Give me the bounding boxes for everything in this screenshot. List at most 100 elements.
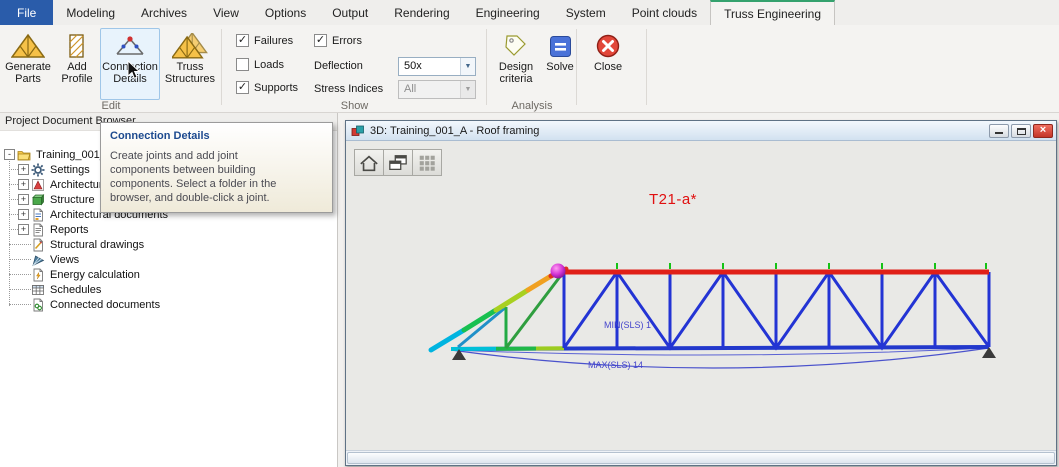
gear-icon xyxy=(31,163,45,177)
loads-checkbox[interactable]: Loads xyxy=(236,58,284,71)
ribbon-group-show: ✓ Failures Loads ✓ Supports ✓ Errors Def… xyxy=(222,25,487,113)
architectural-document-icon xyxy=(31,208,45,222)
schedule-icon xyxy=(31,283,45,297)
structure-icon xyxy=(31,193,45,207)
menu-tab-point-clouds[interactable]: Point clouds xyxy=(619,0,710,25)
truss-label: T21-a* xyxy=(613,191,733,208)
check-icon: ✓ xyxy=(238,34,247,46)
truss-3d-model[interactable]: T21-a* MIN(SLS) 1 MAX(SLS) 14 xyxy=(346,141,1056,450)
check-icon: ✓ xyxy=(316,34,325,46)
mouse-cursor-icon xyxy=(127,60,141,80)
maximize-button[interactable] xyxy=(1011,124,1031,138)
views-icon xyxy=(31,253,45,267)
checkbox-box xyxy=(236,58,249,71)
expand-expander[interactable]: + xyxy=(18,224,29,235)
ribbon-truss-engineering: Generate Parts Add Profile xyxy=(0,25,1059,113)
maximize-icon xyxy=(1017,128,1026,135)
expand-expander[interactable]: + xyxy=(18,194,29,205)
stress-indices-dropdown[interactable]: All ▼ xyxy=(398,80,476,99)
tooltip-body: Create joints and add joint components b… xyxy=(110,149,296,205)
close-tab-button[interactable]: Close xyxy=(584,28,632,100)
chevron-down-icon: ▼ xyxy=(460,81,475,98)
sidebar-item-views[interactable]: Views xyxy=(0,252,337,267)
minimize-button[interactable] xyxy=(989,124,1009,138)
menu-tab-truss-engineering[interactable]: Truss Engineering xyxy=(710,0,835,25)
sidebar-item-schedules[interactable]: Schedules xyxy=(0,282,337,297)
menu-tab-file[interactable]: File xyxy=(0,0,53,25)
analysis-group-label: Analysis xyxy=(487,100,577,112)
connected-document-icon xyxy=(31,298,45,312)
viewport-window: 3D: Training_001_A - Roof framing × xyxy=(345,120,1057,466)
design-criteria-tag-icon xyxy=(503,31,529,61)
energy-icon xyxy=(31,268,45,282)
sidebar-item-connected-documents[interactable]: Connected documents xyxy=(0,297,337,312)
bottom-chord xyxy=(451,347,989,349)
check-icon: ✓ xyxy=(238,81,247,93)
edit-group-label: Edit xyxy=(0,100,222,112)
left-web-members xyxy=(458,274,562,348)
deflection-curves xyxy=(451,348,989,368)
menu-tab-archives[interactable]: Archives xyxy=(128,0,200,25)
grid-view-button[interactable] xyxy=(412,149,442,176)
tooltip-title: Connection Details xyxy=(110,130,323,142)
scrollbar-thumb[interactable] xyxy=(347,452,1055,464)
3d-view-icon xyxy=(351,124,365,138)
expand-expander[interactable]: + xyxy=(18,164,29,175)
connection-details-tooltip: Connection Details Create joints and add… xyxy=(100,122,333,213)
sidebar-item-reports[interactable]: + Reports xyxy=(0,222,337,237)
folder-icon xyxy=(17,148,31,162)
expand-expander[interactable]: + xyxy=(18,209,29,220)
truss-structures-button[interactable]: Truss Structures xyxy=(162,28,218,100)
supports-checkbox[interactable]: ✓ Supports xyxy=(236,81,298,94)
sidebar-item-structural-drawings[interactable]: Structural drawings xyxy=(0,237,337,252)
menu-bar: File Modeling Archives View Options Outp… xyxy=(0,0,1059,25)
connection-details-icon xyxy=(115,31,145,61)
ribbon-group-edit: Generate Parts Add Profile xyxy=(0,25,222,113)
deflection-dropdown[interactable]: 50x ▼ xyxy=(398,57,476,76)
add-profile-icon xyxy=(65,31,89,61)
tile-windows-button[interactable] xyxy=(383,149,413,176)
menu-tab-modeling[interactable]: Modeling xyxy=(53,0,128,25)
deflection-label: Deflection xyxy=(314,60,363,72)
generate-parts-truss-icon xyxy=(11,31,45,61)
application-window: File Modeling Archives View Options Outp… xyxy=(0,0,1059,467)
horizontal-scrollbar[interactable] xyxy=(346,450,1056,465)
viewport-toolbar xyxy=(354,149,441,176)
menu-tab-rendering[interactable]: Rendering xyxy=(381,0,462,25)
design-criteria-button[interactable]: Design criteria xyxy=(489,28,543,100)
collapse-expander[interactable]: - xyxy=(4,149,15,160)
web-members xyxy=(564,272,989,348)
menu-tab-options[interactable]: Options xyxy=(252,0,319,25)
menu-tab-view[interactable]: View xyxy=(200,0,252,25)
checkbox-box: ✓ xyxy=(236,34,249,47)
close-window-button[interactable]: × xyxy=(1033,124,1053,138)
truss-structures-icon xyxy=(172,31,208,61)
close-red-icon xyxy=(596,31,620,61)
ribbon-group-close: Close xyxy=(577,25,647,113)
checkbox-box: ✓ xyxy=(314,34,327,47)
window-title: 3D: Training_001_A - Roof framing xyxy=(370,125,539,137)
home-view-button[interactable] xyxy=(354,149,384,176)
window-title-bar[interactable]: 3D: Training_001_A - Roof framing × xyxy=(346,121,1056,141)
joint-sphere[interactable] xyxy=(551,264,566,279)
viewport-canvas[interactable]: T21-a* MIN(SLS) 1 MAX(SLS) 14 xyxy=(346,141,1056,450)
menu-tab-system[interactable]: System xyxy=(553,0,619,25)
checkbox-box: ✓ xyxy=(236,81,249,94)
menu-tab-output[interactable]: Output xyxy=(319,0,381,25)
ribbon-group-analysis: Design criteria Solve Analysis xyxy=(487,25,577,113)
add-profile-button[interactable]: Add Profile xyxy=(55,28,99,100)
chevron-down-icon[interactable]: ▼ xyxy=(460,58,475,75)
drawing-icon xyxy=(31,238,45,252)
rafter-chord xyxy=(431,269,566,350)
architecture-icon xyxy=(31,178,45,192)
failures-checkbox[interactable]: ✓ Failures xyxy=(236,34,293,47)
menu-tab-engineering[interactable]: Engineering xyxy=(463,0,553,25)
generate-parts-button[interactable]: Generate Parts xyxy=(3,28,53,100)
errors-checkbox[interactable]: ✓ Errors xyxy=(314,34,362,47)
grid-icon xyxy=(416,153,438,173)
solve-button[interactable]: Solve xyxy=(544,28,576,100)
sidebar-item-energy-calculation[interactable]: Energy calculation xyxy=(0,267,337,282)
house-icon xyxy=(358,153,380,173)
expand-expander[interactable]: + xyxy=(18,179,29,190)
report-icon xyxy=(31,223,45,237)
